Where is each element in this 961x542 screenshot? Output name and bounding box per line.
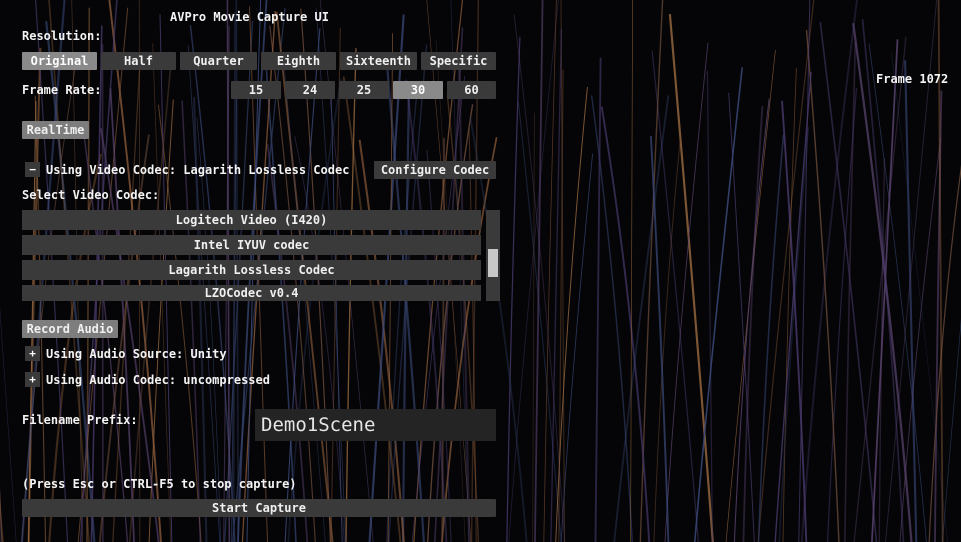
fps-60-button[interactable]: 60	[447, 81, 496, 99]
audio-source-status: Using Audio Source: Unity	[46, 347, 227, 361]
record-audio-toggle[interactable]: Record Audio	[22, 320, 118, 338]
stop-capture-hint: (Press Esc or CTRL-F5 to stop capture)	[22, 477, 297, 491]
audio-codec-status: Using Audio Codec: uncompressed	[46, 373, 270, 387]
window-title: AVPro Movie Capture UI	[170, 10, 329, 24]
realtime-toggle[interactable]: RealTime	[22, 121, 89, 139]
fps-25-button[interactable]: 25	[339, 81, 389, 99]
video-codec-collapse-button[interactable]: −	[25, 162, 40, 177]
resolution-sixteenth-button[interactable]: Sixteenth	[340, 52, 417, 70]
resolution-quarter-button[interactable]: Quarter	[180, 52, 257, 70]
codec-list-scroll-thumb[interactable]	[488, 249, 498, 277]
resolution-half-button[interactable]: Half	[101, 52, 176, 70]
codec-item-intel-iyuv[interactable]: Intel IYUV codec	[22, 235, 481, 255]
start-capture-button[interactable]: Start Capture	[22, 499, 496, 517]
filename-prefix-label: Filename Prefix:	[22, 413, 138, 427]
configure-codec-button[interactable]: Configure Codec	[374, 161, 496, 179]
select-video-codec-label: Select Video Codec:	[22, 188, 160, 202]
filename-prefix-input[interactable]: Demo1Scene	[255, 409, 496, 441]
video-codec-status: Using Video Codec: Lagarith Lossless Cod…	[46, 163, 350, 177]
codec-item-lagarith[interactable]: Lagarith Lossless Codec	[22, 260, 481, 280]
resolution-original-button[interactable]: Original	[22, 52, 97, 70]
resolution-specific-button[interactable]: Specific	[421, 52, 496, 70]
fps-15-button[interactable]: 15	[231, 81, 281, 99]
audio-source-expand-button[interactable]: +	[25, 346, 40, 361]
audio-codec-expand-button[interactable]: +	[25, 372, 40, 387]
fps-30-button[interactable]: 30	[393, 81, 443, 99]
fps-24-button[interactable]: 24	[285, 81, 335, 99]
resolution-eighth-button[interactable]: Eighth	[261, 52, 336, 70]
codec-item-logitech[interactable]: Logitech Video (I420)	[22, 210, 481, 230]
resolution-label: Resolution:	[22, 29, 102, 43]
frame-rate-label: Frame Rate:	[22, 83, 102, 97]
frame-counter: Frame 1072	[876, 72, 949, 86]
codec-item-lzocodec[interactable]: LZOCodec v0.4	[22, 285, 481, 301]
